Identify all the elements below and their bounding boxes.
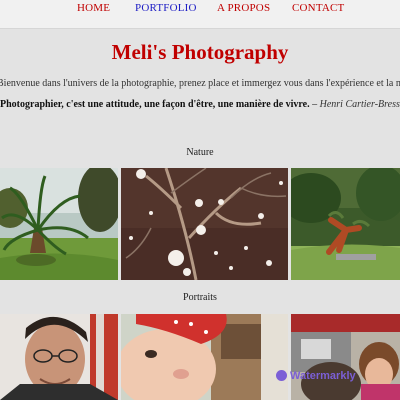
photo-man-with-glasses[interactable] — [0, 314, 118, 400]
watermark-text: Watermarkly — [290, 370, 356, 382]
quote-author: Henri Cartier-Bresson — [319, 99, 400, 110]
nav-contact[interactable]: CONTACT — [292, 2, 344, 14]
photo-snowy-branches[interactable] — [121, 168, 288, 280]
photo-palm-tree[interactable] — [0, 168, 118, 280]
section-title-nature: Nature — [186, 147, 214, 158]
photo-baby-red-hat[interactable] — [121, 314, 288, 400]
nav-home[interactable]: HOME — [77, 2, 110, 14]
quote-dash: – — [309, 99, 320, 110]
main-nav: HOME PORTFOLIO A PROPOS CONTACT — [0, 0, 400, 29]
quote: Photographier, c'est une attitude, une f… — [0, 99, 400, 110]
photo-children-in-car[interactable] — [291, 314, 400, 400]
nav-portfolio[interactable]: PORTFOLIO — [135, 2, 197, 14]
nav-a-propos[interactable]: A PROPOS — [217, 2, 270, 14]
watermark: Watermarkly — [276, 370, 356, 386]
intro-text: Bienvenue dans l'univers de la photograp… — [0, 78, 400, 89]
photo-wooden-figure[interactable] — [291, 168, 400, 280]
section-title-portraits: Portraits — [183, 292, 217, 303]
intro-sentence: Bienvenue dans l'univers de la photograp… — [0, 78, 400, 89]
watermark-icon — [276, 370, 287, 381]
quote-text: Photographier, c'est une attitude, une f… — [0, 99, 310, 110]
page-title: Meli's Photography — [111, 40, 289, 64]
